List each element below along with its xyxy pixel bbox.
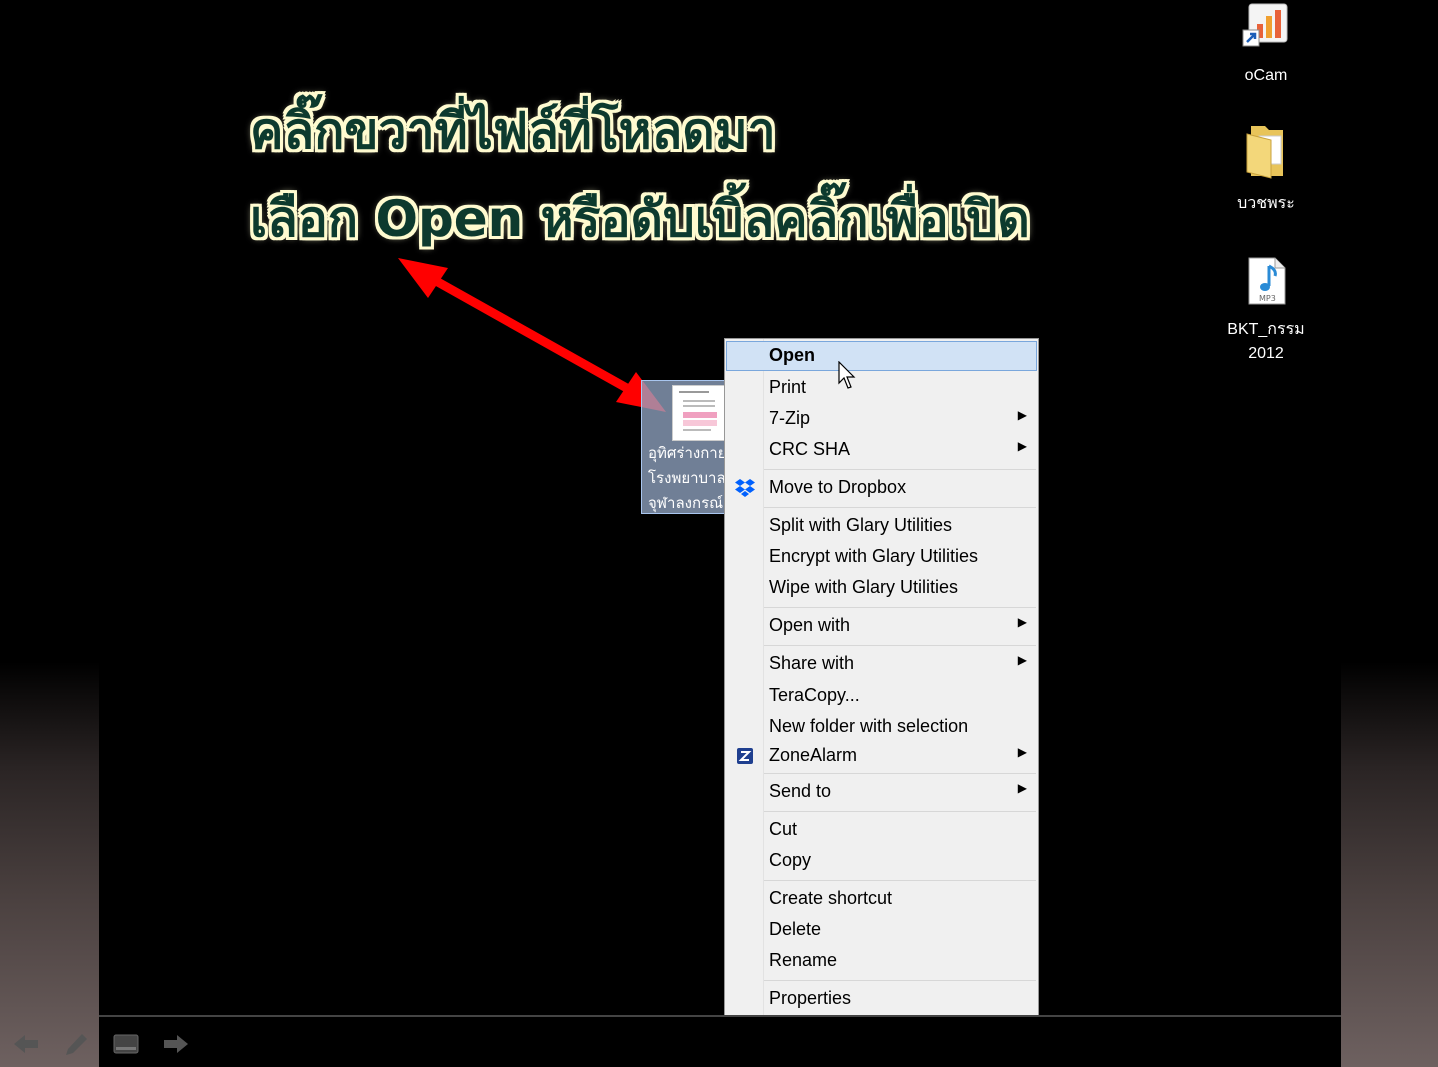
- desktop-icon-label: 2012: [1248, 345, 1284, 362]
- menu-item-split-glary[interactable]: Split with Glary Utilities: [726, 511, 1037, 541]
- instruction-line-1: คลิ๊กขวาที่ไฟล์ที่โหลดมา: [250, 102, 776, 160]
- previous-arrow-icon[interactable]: [12, 1031, 40, 1057]
- menu-separator: [764, 607, 1036, 608]
- svg-text:MP3: MP3: [1259, 294, 1276, 303]
- folder-icon: [1246, 126, 1283, 179]
- menu-item-cut[interactable]: Cut: [726, 815, 1037, 845]
- mp3-file-icon: MP3: [1248, 257, 1286, 305]
- instruction-line-2: เลือก Open หรือดับเบิ้ลคลิ๊กเพื่อเปิด: [250, 190, 1030, 248]
- menu-item-rename[interactable]: Rename: [726, 946, 1037, 976]
- submenu-arrow-icon: ▶: [1017, 745, 1027, 759]
- selected-file-label: อุทิศร่างกาย โรงพยาบาล จุฬาลงกรณ์: [648, 445, 725, 512]
- menu-separator: [764, 507, 1036, 508]
- menu-item-move-to-dropbox[interactable]: Move to Dropbox: [726, 473, 1037, 503]
- document-thumbnail-icon: [672, 385, 724, 441]
- menu-item-open-with[interactable]: Open with ▶: [726, 611, 1037, 641]
- dropbox-icon: [735, 479, 755, 497]
- pen-icon[interactable]: [62, 1031, 90, 1057]
- desktop-icon-ocam[interactable]: oCam: [1221, 2, 1311, 88]
- submenu-arrow-icon: ▶: [1017, 408, 1027, 422]
- menu-separator: [764, 980, 1036, 981]
- menu-separator: [764, 469, 1036, 470]
- menu-item-encrypt-glary[interactable]: Encrypt with Glary Utilities: [726, 542, 1037, 572]
- menu-separator: [764, 773, 1036, 774]
- menu-item-new-folder-with-selection[interactable]: New folder with selection: [726, 712, 1037, 742]
- menu-separator: [764, 645, 1036, 646]
- zonealarm-icon: [737, 748, 753, 764]
- menu-item-open[interactable]: Open: [726, 341, 1037, 371]
- submenu-arrow-icon: ▶: [1017, 781, 1027, 795]
- context-menu: Open Print 7-Zip ▶ CRC SHA ▶ Move to Dro…: [724, 338, 1039, 1017]
- desktop-icon-folder[interactable]: บวชพระ: [1221, 122, 1311, 216]
- next-arrow-icon[interactable]: [162, 1031, 190, 1057]
- slideshow-toolbar: [99, 1017, 1341, 1067]
- menu-item-print[interactable]: Print: [726, 373, 1037, 403]
- slide-menu-icon[interactable]: [112, 1031, 140, 1057]
- selected-file-icon[interactable]: อุทิศร่างกาย โรงพยาบาล จุฬาลงกรณ์: [641, 380, 725, 514]
- submenu-arrow-icon: ▶: [1017, 615, 1027, 629]
- desktop-icon-label: บวชพระ: [1237, 195, 1295, 212]
- menu-item-wipe-glary[interactable]: Wipe with Glary Utilities: [726, 573, 1037, 603]
- desktop-icon-label: BKT_กรรม: [1227, 321, 1305, 338]
- menu-item-share-with[interactable]: Share with ▶: [726, 649, 1037, 679]
- menu-separator: [764, 811, 1036, 812]
- red-arrow-icon: [398, 258, 666, 412]
- submenu-arrow-icon: ▶: [1017, 653, 1027, 667]
- submenu-arrow-icon: ▶: [1017, 439, 1027, 453]
- menu-item-copy[interactable]: Copy: [726, 846, 1037, 876]
- menu-item-7zip[interactable]: 7-Zip ▶: [726, 404, 1037, 434]
- mouse-cursor-icon: [838, 361, 856, 389]
- menu-item-crc-sha[interactable]: CRC SHA ▶: [726, 435, 1037, 465]
- menu-item-delete[interactable]: Delete: [726, 915, 1037, 945]
- menu-separator: [764, 880, 1036, 881]
- ocam-shortcut-icon: [1242, 3, 1288, 47]
- menu-item-teracopy[interactable]: TeraCopy...: [726, 681, 1037, 711]
- menu-item-send-to[interactable]: Send to ▶: [726, 777, 1037, 807]
- menu-item-create-shortcut[interactable]: Create shortcut: [726, 884, 1037, 914]
- desktop-icon-label: oCam: [1244, 67, 1288, 84]
- menu-item-zonealarm[interactable]: ZoneAlarm ▶: [726, 741, 1037, 771]
- menu-item-properties[interactable]: Properties: [726, 984, 1037, 1014]
- desktop-icon-mp3[interactable]: MP3 BKT_กรรม 2012: [1221, 256, 1311, 366]
